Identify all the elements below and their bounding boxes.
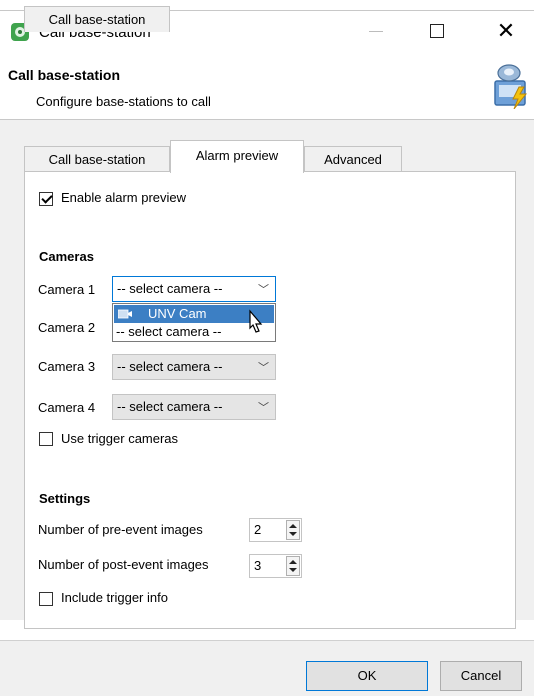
- ok-button[interactable]: OK: [306, 661, 428, 691]
- dropdown-option-label: UNV Cam: [148, 306, 207, 321]
- camera-4-label: Camera 4: [38, 400, 96, 415]
- enable-alarm-preview-label: Enable alarm preview: [61, 190, 187, 205]
- include-trigger-info-label: Include trigger info: [61, 590, 168, 605]
- base-station-lightning-icon: [494, 64, 528, 109]
- tab-call-base-station-frame[interactable]: Call base-station: [24, 146, 170, 172]
- camera-3-select-value: -- select camera --: [117, 359, 223, 374]
- mouse-cursor-icon: [249, 309, 263, 333]
- spin-down-icon[interactable]: [289, 568, 297, 572]
- tab-advanced[interactable]: Advanced: [304, 146, 402, 172]
- pre-event-images-spinbox[interactable]: 2: [249, 518, 302, 542]
- tab-alarm-preview[interactable]: Alarm preview: [170, 140, 304, 173]
- include-trigger-info-checkbox[interactable]: [39, 592, 53, 606]
- chevron-down-icon: ﹀: [258, 284, 269, 296]
- cancel-button[interactable]: Cancel: [440, 661, 522, 691]
- post-event-images-label: Number of post-event images: [38, 557, 209, 572]
- header-title: Call base-station: [8, 67, 121, 83]
- enable-alarm-preview-checkbox[interactable]: [39, 192, 53, 206]
- post-event-images-spinbox[interactable]: 3: [249, 554, 302, 578]
- spin-buttons[interactable]: [286, 520, 300, 540]
- spin-buttons[interactable]: [286, 556, 300, 576]
- cameras-heading: Cameras: [39, 249, 94, 264]
- camera-4-select[interactable]: -- select camera -- ﹀: [112, 394, 276, 420]
- maximize-icon[interactable]: [430, 24, 444, 38]
- camera-2-label: Camera 2: [38, 320, 96, 335]
- spin-up-icon[interactable]: [289, 560, 297, 564]
- camera-3-label: Camera 3: [38, 359, 96, 374]
- close-icon[interactable]: ✕: [493, 16, 519, 46]
- post-event-images-value: 3: [254, 558, 262, 573]
- checkmark-icon: [41, 192, 53, 204]
- use-trigger-cameras-checkbox[interactable]: [39, 432, 53, 446]
- camera-icon: [118, 309, 132, 319]
- pre-event-images-value: 2: [254, 522, 262, 537]
- camera-1-label: Camera 1: [38, 282, 96, 297]
- camera-1-select-value: -- select camera --: [117, 281, 223, 296]
- spin-up-icon[interactable]: [289, 524, 297, 528]
- pre-event-images-label: Number of pre-event images: [38, 522, 203, 537]
- camera-4-select-value: -- select camera --: [117, 399, 223, 414]
- header-subtitle: Configure base-stations to call: [36, 94, 211, 109]
- settings-heading: Settings: [39, 491, 91, 506]
- use-trigger-cameras-label: Use trigger cameras: [61, 431, 179, 446]
- spin-down-icon[interactable]: [289, 532, 297, 536]
- tab-call-base-station[interactable]: Call base-station: [24, 6, 170, 32]
- minimize-icon[interactable]: —: [361, 22, 391, 44]
- camera-3-select[interactable]: -- select camera -- ﹀: [112, 354, 276, 380]
- camera-1-select[interactable]: -- select camera -- ﹀: [112, 276, 276, 302]
- chevron-down-icon: ﹀: [258, 362, 269, 374]
- chevron-down-icon: ﹀: [258, 402, 269, 414]
